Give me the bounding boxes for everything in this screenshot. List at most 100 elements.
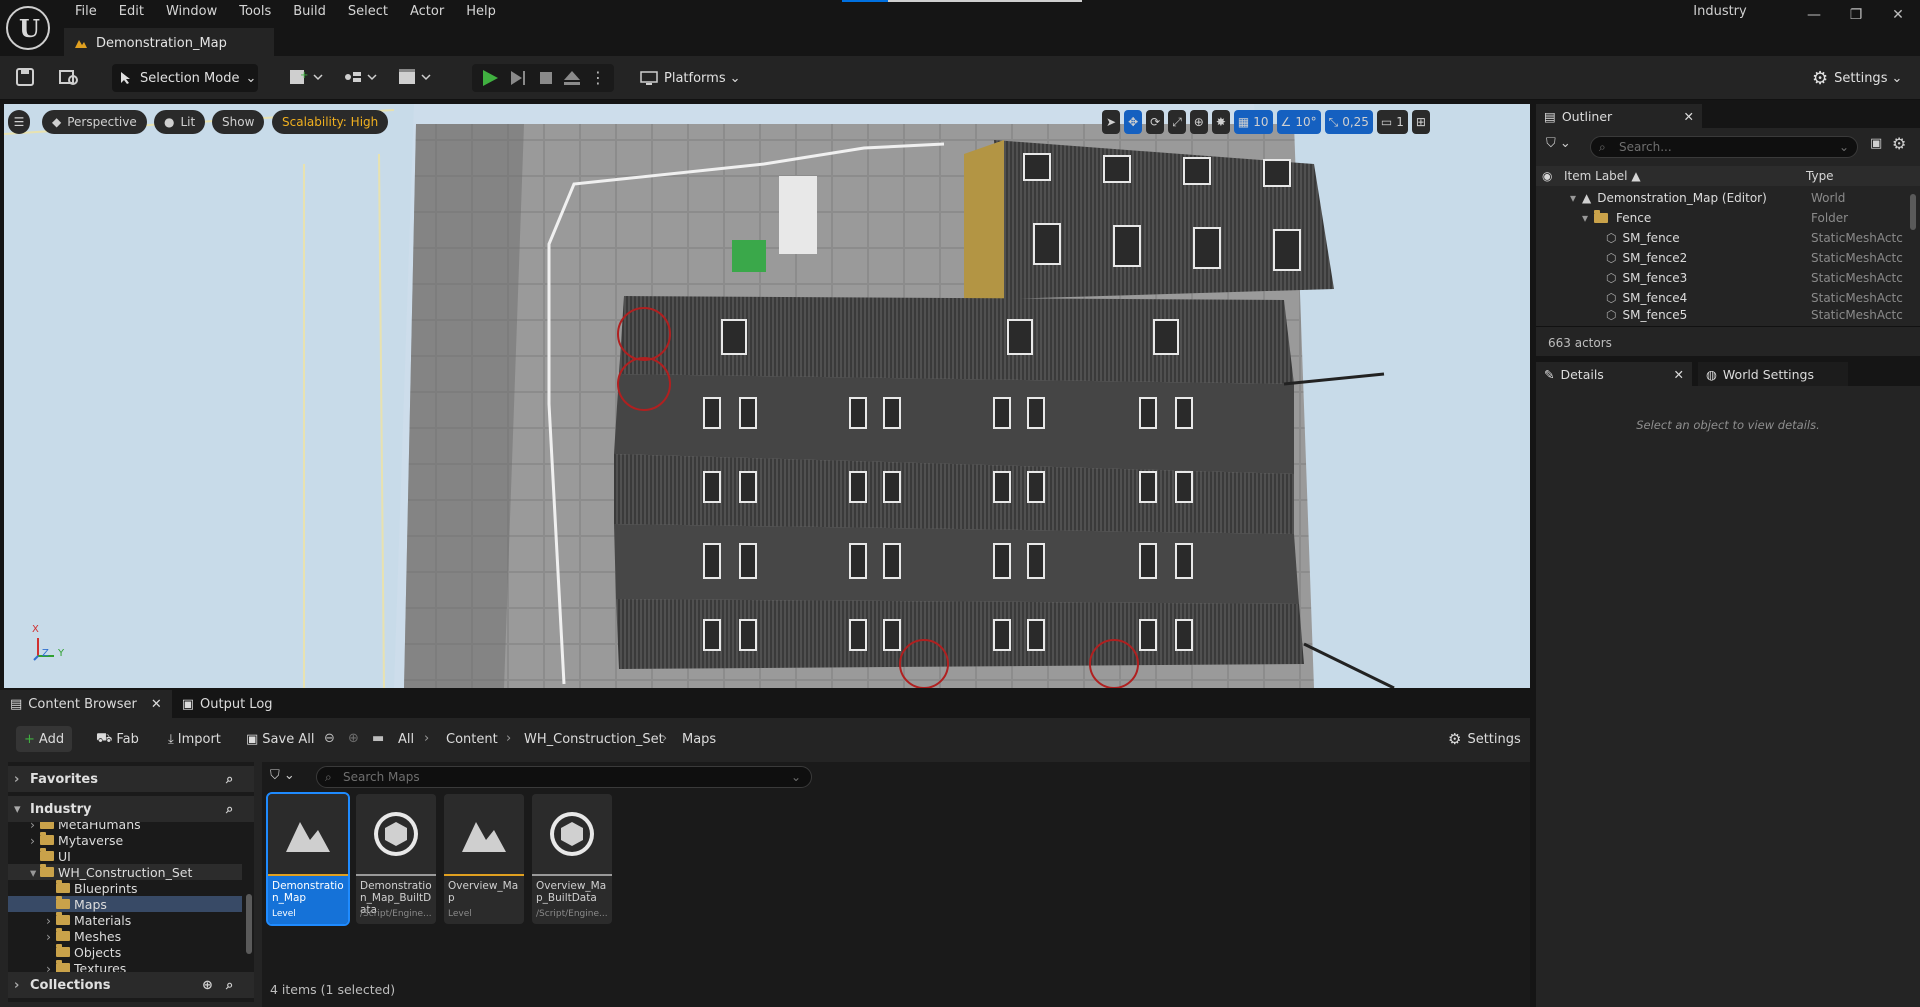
favorites-section[interactable]: › Favorites ⌕ bbox=[8, 766, 254, 792]
history-forward-icon[interactable]: ⊕ bbox=[348, 731, 359, 746]
close-icon[interactable]: ✕ bbox=[1880, 4, 1916, 26]
visibility-icon[interactable]: ◉ bbox=[1542, 169, 1552, 183]
asset-tile[interactable]: Demonstration_Map_BuiltData /Script/Engi… bbox=[356, 794, 436, 924]
menu-build[interactable]: Build bbox=[282, 0, 337, 24]
outliner-row-actor[interactable]: ⬡ SM_fence StaticMeshActc bbox=[1536, 228, 1920, 248]
settings-dropdown[interactable]: ⚙ Settings ⌄ bbox=[1812, 64, 1902, 92]
folder-item[interactable]: UI bbox=[40, 848, 240, 864]
world-settings-tab[interactable]: ◍ World Settings bbox=[1698, 362, 1848, 386]
rotation-snap-button[interactable]: ∠ 10° bbox=[1276, 110, 1321, 134]
outliner-row-actor[interactable]: ⬡ SM_fence3 StaticMeshActc bbox=[1536, 268, 1920, 288]
menu-select[interactable]: Select bbox=[337, 0, 399, 24]
project-section[interactable]: ▾ Industry ⌕ bbox=[8, 796, 254, 822]
selection-mode-dropdown[interactable]: Selection Mode ⌄ bbox=[112, 64, 258, 92]
folder-item[interactable]: › Mytaverse bbox=[30, 832, 240, 848]
outliner-scrollbar[interactable] bbox=[1910, 194, 1916, 230]
new-folder-icon[interactable]: ▣ bbox=[1870, 136, 1882, 151]
show-button[interactable]: Show bbox=[212, 110, 265, 134]
folder-item[interactable]: › Materials bbox=[46, 912, 242, 928]
folder-item[interactable]: Blueprints bbox=[56, 880, 242, 896]
scalability-button[interactable]: Scalability: High bbox=[272, 110, 389, 134]
content-settings-button[interactable]: ⚙ Settings bbox=[1440, 726, 1529, 752]
asset-search-input[interactable]: ⌕ Search Maps ⌄ bbox=[316, 766, 812, 788]
item-label-column[interactable]: Item Label ▲ bbox=[1564, 169, 1641, 183]
viewport-layout-icon[interactable]: ⊞ bbox=[1411, 110, 1430, 134]
asset-tile[interactable]: Overview_Map Level bbox=[444, 794, 524, 924]
folder-item[interactable]: › Meshes bbox=[46, 928, 242, 944]
details-tab[interactable]: ✎ Details ✕ bbox=[1536, 362, 1692, 386]
import-button[interactable]: ⤓ Import bbox=[160, 726, 229, 752]
asset-tile[interactable]: Demonstration_Map Level bbox=[266, 792, 350, 926]
fab-button[interactable]: ⛟ Fab bbox=[88, 726, 147, 752]
add-button[interactable]: + Add bbox=[16, 726, 73, 752]
play-icon[interactable] bbox=[480, 68, 500, 88]
search-icon[interactable]: ⌕ bbox=[226, 978, 233, 993]
content-browser-tab[interactable]: ▤ Content Browser ✕ bbox=[0, 690, 172, 718]
breadcrumb-maps[interactable]: Maps bbox=[682, 732, 716, 747]
outliner-row-folder[interactable]: ▾ Fence Folder bbox=[1536, 208, 1920, 228]
blueprint-icon[interactable] bbox=[342, 66, 382, 90]
add-actor-icon[interactable]: + bbox=[288, 66, 328, 90]
folder-item[interactable]: Objects bbox=[56, 944, 242, 960]
menu-actor[interactable]: Actor bbox=[399, 0, 455, 24]
save-icon[interactable] bbox=[14, 66, 38, 90]
collections-section[interactable]: › Collections ⊕ ⌕ bbox=[8, 972, 254, 998]
search-icon[interactable]: ⌕ bbox=[226, 772, 233, 787]
camera-speed-button[interactable]: ▭ 1 bbox=[1376, 110, 1408, 134]
gear-icon[interactable]: ⚙ bbox=[1892, 134, 1906, 153]
outliner-tab[interactable]: ▤ Outliner ✕ bbox=[1536, 104, 1702, 128]
platforms-dropdown[interactable]: Platforms ⌄ bbox=[640, 64, 741, 92]
folder-item[interactable]: › Textures bbox=[46, 960, 242, 972]
cinematics-icon[interactable] bbox=[396, 66, 436, 90]
rotate-tool-icon[interactable]: ⟳ bbox=[1146, 110, 1165, 134]
folder-item[interactable]: › MetaHumans bbox=[30, 822, 240, 832]
filter-icon[interactable]: ⛉ ⌄ bbox=[270, 768, 295, 783]
menu-tools[interactable]: Tools bbox=[228, 0, 282, 24]
breadcrumb-all[interactable]: All bbox=[398, 732, 414, 747]
viewport-menu-icon[interactable]: ☰ bbox=[8, 110, 30, 134]
perspective-button[interactable]: ◆ Perspective bbox=[42, 110, 147, 134]
outliner-search-input[interactable]: ⌕ Search... ⌄ bbox=[1590, 136, 1858, 158]
scale-snap-button[interactable]: ⤡ 0,25 bbox=[1324, 110, 1373, 134]
outliner-row-actor[interactable]: ⬡ SM_fence2 StaticMeshActc bbox=[1536, 248, 1920, 268]
history-back-icon[interactable]: ⊖ bbox=[324, 731, 335, 746]
close-icon[interactable]: ✕ bbox=[151, 697, 162, 712]
translate-tool-icon[interactable]: ✥ bbox=[1124, 110, 1143, 134]
outliner-row-actor[interactable]: ⬡ SM_fence4 StaticMeshActc bbox=[1536, 288, 1920, 308]
folder-icon[interactable]: ▬ bbox=[372, 731, 384, 746]
minimize-icon[interactable]: — bbox=[1796, 4, 1832, 26]
filter-icon[interactable]: ⛉ ⌄ bbox=[1546, 136, 1571, 151]
lit-button[interactable]: ● Lit bbox=[154, 110, 206, 134]
browse-icon[interactable] bbox=[58, 66, 82, 90]
world-local-icon[interactable]: ⊕ bbox=[1189, 110, 1208, 134]
close-icon[interactable]: ✕ bbox=[1674, 367, 1684, 382]
surface-snap-icon[interactable]: ✸ bbox=[1211, 110, 1230, 134]
output-log-tab[interactable]: ▣ Output Log bbox=[172, 690, 283, 718]
level-viewport[interactable]: ☰ ◆ Perspective ● Lit Show Scalability: … bbox=[4, 104, 1530, 688]
menu-help[interactable]: Help bbox=[455, 0, 507, 24]
scale-tool-icon[interactable]: ⤢ bbox=[1168, 110, 1186, 134]
select-tool-icon[interactable]: ➤ bbox=[1102, 110, 1121, 134]
restore-icon[interactable]: ❐ bbox=[1838, 4, 1874, 26]
close-icon[interactable]: ✕ bbox=[1684, 109, 1694, 124]
asset-tile[interactable]: Overview_Map_BuiltData /Script/Engine... bbox=[532, 794, 612, 924]
search-icon[interactable]: ⌕ bbox=[226, 802, 233, 817]
add-collection-icon[interactable]: ⊕ bbox=[202, 978, 213, 993]
eject-icon[interactable] bbox=[562, 68, 582, 88]
breadcrumb-wh-construction-set[interactable]: WH_Construction_Set bbox=[524, 732, 664, 747]
advance-frame-icon[interactable] bbox=[508, 68, 528, 88]
outliner-row-actor[interactable]: ⬡ SM_fence5 StaticMeshActc bbox=[1536, 308, 1920, 322]
menu-window[interactable]: Window bbox=[155, 0, 228, 24]
menu-file[interactable]: File bbox=[64, 0, 108, 24]
folder-tree-scrollbar[interactable] bbox=[246, 894, 252, 954]
breadcrumb-content[interactable]: Content bbox=[446, 732, 498, 747]
level-tab[interactable]: Demonstration_Map bbox=[64, 28, 274, 56]
grid-snap-button[interactable]: ▦ 10 bbox=[1233, 110, 1273, 134]
save-all-button[interactable]: ▣ Save All bbox=[238, 726, 322, 752]
menu-edit[interactable]: Edit bbox=[108, 0, 155, 24]
play-options-icon[interactable]: ⋮ bbox=[590, 68, 606, 88]
folder-item[interactable]: ▾ WH_Construction_Set bbox=[8, 864, 242, 880]
unreal-logo-icon[interactable]: U bbox=[6, 6, 50, 50]
type-column[interactable]: Type bbox=[1806, 169, 1834, 183]
stop-icon[interactable] bbox=[536, 68, 556, 88]
